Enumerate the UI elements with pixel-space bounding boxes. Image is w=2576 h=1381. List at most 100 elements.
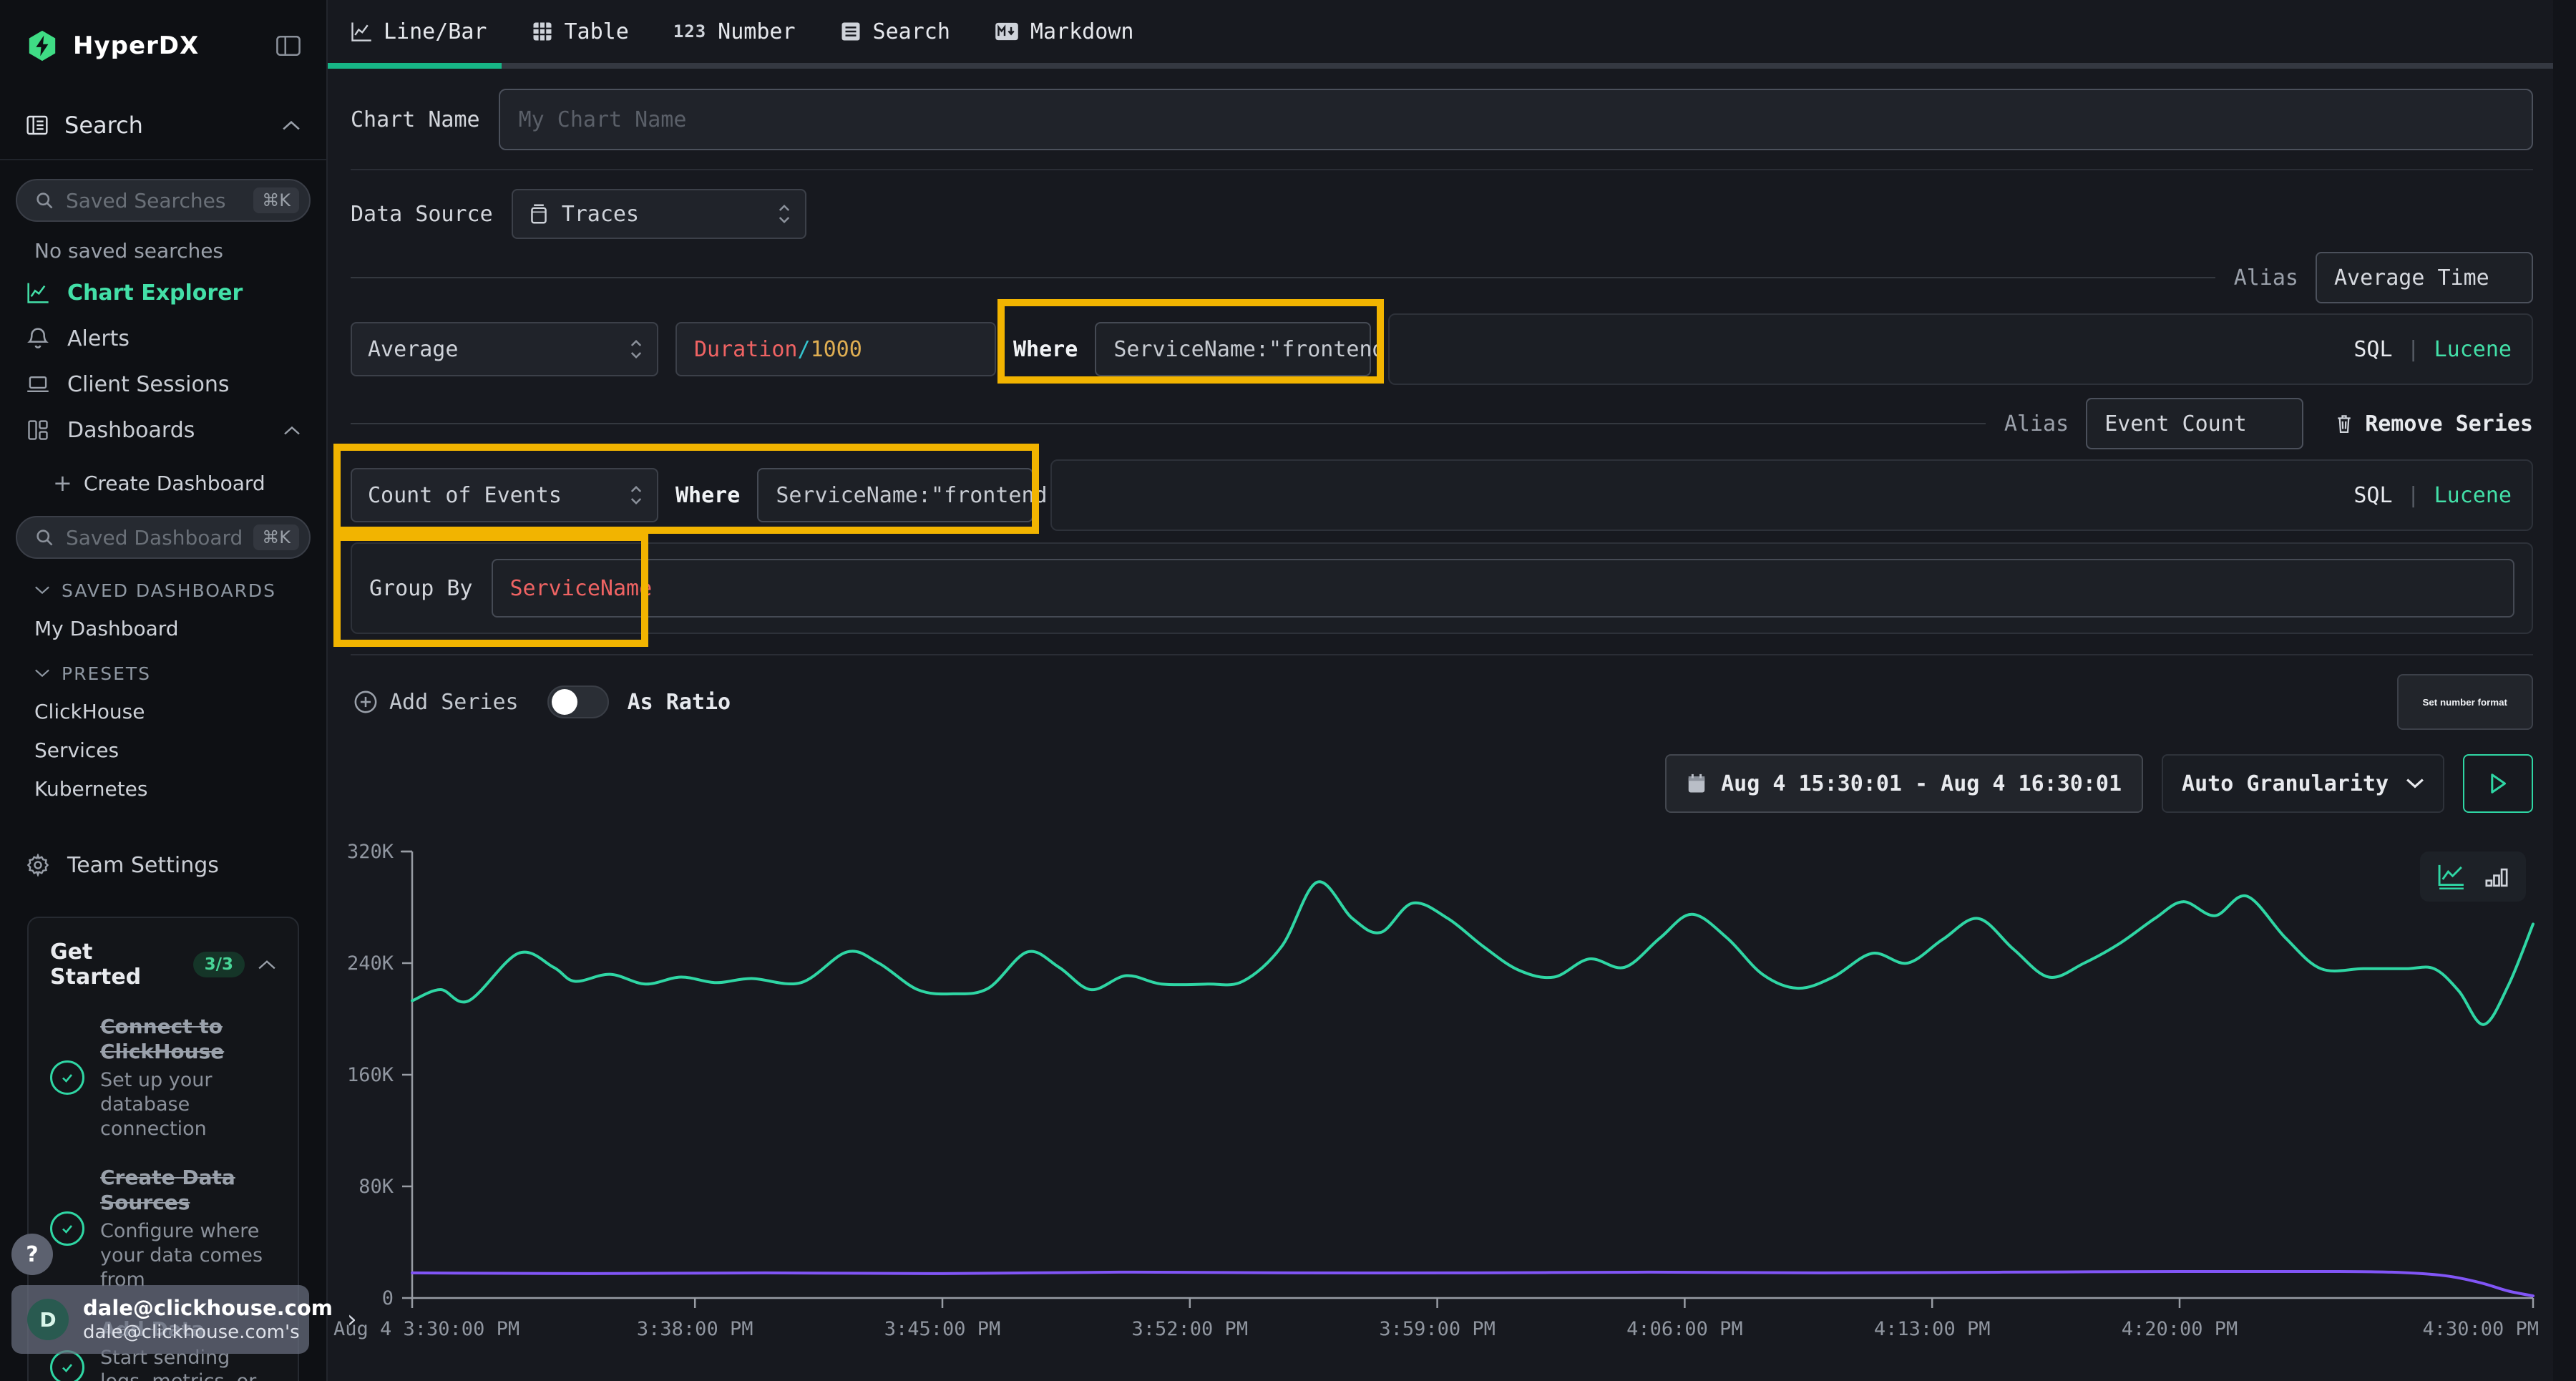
main-panel: Line/Bar Table 123 Number Search Markdow…: [328, 0, 2553, 1381]
presets-section[interactable]: PRESETS: [14, 655, 312, 692]
chart-name-label: Chart Name: [351, 107, 480, 132]
where-input-1[interactable]: ServiceName:"frontend": [1095, 322, 1371, 376]
alias-input-1[interactable]: Average Time: [2316, 252, 2533, 303]
tab-search[interactable]: Search: [836, 0, 955, 63]
check-circle-icon: [50, 1060, 84, 1095]
alias-label: Alias: [2004, 411, 2069, 436]
shortcut-badge: ⌘K: [253, 187, 299, 213]
svg-text:4:20:00 PM: 4:20:00 PM: [2122, 1318, 2238, 1340]
plus-icon: +: [53, 469, 72, 497]
svg-text:4:13:00 PM: 4:13:00 PM: [1874, 1318, 1991, 1340]
chart-name-input[interactable]: [519, 107, 2513, 132]
help-button[interactable]: ?: [11, 1234, 53, 1275]
hyperdx-logo-icon: [26, 29, 59, 62]
series-row-1: Average Duration/1000 Where ServiceName:…: [351, 313, 2533, 385]
data-source-select[interactable]: Traces: [512, 189, 806, 239]
user-email: dale@clickhouse.com: [83, 1296, 333, 1320]
saved-searches-input[interactable]: ⌘K: [16, 179, 311, 222]
sidebar-item-my-dashboard[interactable]: My Dashboard: [14, 609, 312, 648]
lucene-mode-button[interactable]: Lucene: [2434, 337, 2512, 362]
number-123-icon: 123: [673, 21, 706, 42]
series-row-2: Count of Events Where ServiceName:"front…: [351, 459, 2533, 531]
toggle-knob: [552, 689, 577, 715]
sidebar-item-label: Alerts: [67, 326, 130, 351]
granularity-select[interactable]: Auto Granularity: [2162, 754, 2444, 813]
check-circle-icon: [50, 1211, 84, 1246]
sidebar-item-team-settings[interactable]: Team Settings: [14, 842, 312, 888]
chevron-down-icon: [34, 668, 50, 678]
tab-markdown[interactable]: Markdown: [990, 0, 1138, 63]
sidebar-item-chart-explorer[interactable]: Chart Explorer: [14, 270, 312, 316]
svg-text:3:45:00 PM: 3:45:00 PM: [884, 1318, 1001, 1340]
svg-text:80K: 80K: [358, 1176, 394, 1198]
create-dashboard-button[interactable]: + Create Dashboard: [14, 463, 312, 503]
chevron-right-icon: ›: [347, 1305, 357, 1334]
alias-input-2[interactable]: Event Count: [2086, 398, 2303, 449]
line-chart-icon: [351, 21, 372, 42]
chart-area: 080K160K240K320KAug 4 3:30:00 PM3:38:00 …: [351, 823, 2533, 1381]
saved-dashboards-section[interactable]: SAVED DASHBOARDS: [14, 572, 312, 609]
aggregation-select-1[interactable]: Average: [351, 322, 658, 376]
select-chevrons-icon: [630, 338, 643, 360]
svg-text:0: 0: [382, 1287, 394, 1309]
sql-mode-button[interactable]: SQL: [2353, 483, 2392, 508]
chart-display-toggle: [2420, 851, 2526, 902]
sidebar-item-kubernetes[interactable]: Kubernetes: [14, 769, 312, 808]
field-expression-input[interactable]: Duration/1000: [675, 322, 996, 376]
group-by-label: Group By: [369, 576, 473, 601]
bell-icon: [26, 327, 50, 350]
get-started-badge: 3/3: [193, 952, 245, 977]
gear-icon: [26, 854, 50, 877]
chart-name-row: Chart Name: [351, 89, 2533, 150]
svg-text:3:38:00 PM: 3:38:00 PM: [637, 1318, 753, 1340]
date-range-picker[interactable]: Aug 4 15:30:01 - Aug 4 16:30:01: [1665, 754, 2143, 813]
run-query-button[interactable]: [2463, 754, 2533, 813]
set-number-format-button[interactable]: Set number format: [2397, 674, 2534, 730]
shortcut-badge: ⌘K: [253, 524, 299, 550]
get-started-item[interactable]: Create Data Sources Configure where your…: [50, 1165, 276, 1292]
saved-dashboards-field[interactable]: [66, 526, 242, 550]
sidebar-item-services[interactable]: Services: [14, 731, 312, 769]
sidebar-item-clickhouse[interactable]: ClickHouse: [14, 692, 312, 731]
divider: [351, 277, 2215, 278]
sidebar-item-dashboards[interactable]: Dashboards: [14, 407, 312, 453]
sql-mode-button[interactable]: SQL: [2353, 337, 2392, 362]
sidebar-collapse-icon[interactable]: [276, 35, 301, 57]
sidebar-item-alerts[interactable]: Alerts: [14, 316, 312, 361]
svg-text:240K: 240K: [347, 952, 394, 975]
calendar-icon: [1687, 773, 1707, 794]
trash-icon: [2335, 413, 2353, 434]
search-section-label: Search: [64, 112, 143, 139]
lucene-mode-button[interactable]: Lucene: [2434, 483, 2512, 508]
search-icon: [34, 527, 54, 547]
saved-dashboards-input[interactable]: ⌘K: [16, 516, 311, 559]
saved-searches-field[interactable]: [66, 189, 242, 213]
aggregation-select-2[interactable]: Count of Events: [351, 468, 658, 522]
group-by-input[interactable]: ServiceName: [492, 559, 2515, 618]
tab-line-bar[interactable]: Line/Bar: [346, 0, 492, 63]
tab-number[interactable]: 123 Number: [669, 0, 800, 63]
svg-text:160K: 160K: [347, 1064, 394, 1086]
divider: [351, 654, 2533, 655]
sidebar-section-search[interactable]: Search: [0, 92, 326, 160]
remove-series-button[interactable]: Remove Series: [2335, 411, 2533, 436]
user-subtitle: dale@clickhouse.com's: [83, 1322, 333, 1343]
line-chart-toggle-icon[interactable]: [2437, 864, 2466, 889]
chevron-up-icon[interactable]: [258, 959, 276, 970]
query-editor-1[interactable]: SQL | Lucene: [1388, 313, 2533, 385]
as-ratio-toggle[interactable]: [547, 685, 609, 718]
bar-chart-toggle-icon[interactable]: [2484, 864, 2509, 889]
user-menu[interactable]: D dale@clickhouse.com dale@clickhouse.co…: [11, 1285, 309, 1354]
logo-row: HyperDX: [0, 0, 326, 92]
where-input-2[interactable]: ServiceName:"frontend": [757, 468, 1033, 522]
add-series-button[interactable]: Add Series: [353, 690, 519, 715]
log-list-icon: [840, 21, 862, 42]
query-editor-2[interactable]: SQL | Lucene: [1050, 459, 2533, 531]
chart-type-tabbar: Line/Bar Table 123 Number Search Markdow…: [328, 0, 2553, 69]
tab-table[interactable]: Table: [527, 0, 633, 63]
svg-text:3:59:00 PM: 3:59:00 PM: [1379, 1318, 1496, 1340]
sidebar-item-client-sessions[interactable]: Client Sessions: [14, 361, 312, 407]
svg-text:3:52:00 PM: 3:52:00 PM: [1132, 1318, 1249, 1340]
get-started-item[interactable]: Connect to ClickHouse Set up your databa…: [50, 1014, 276, 1141]
team-settings-label: Team Settings: [67, 853, 219, 878]
